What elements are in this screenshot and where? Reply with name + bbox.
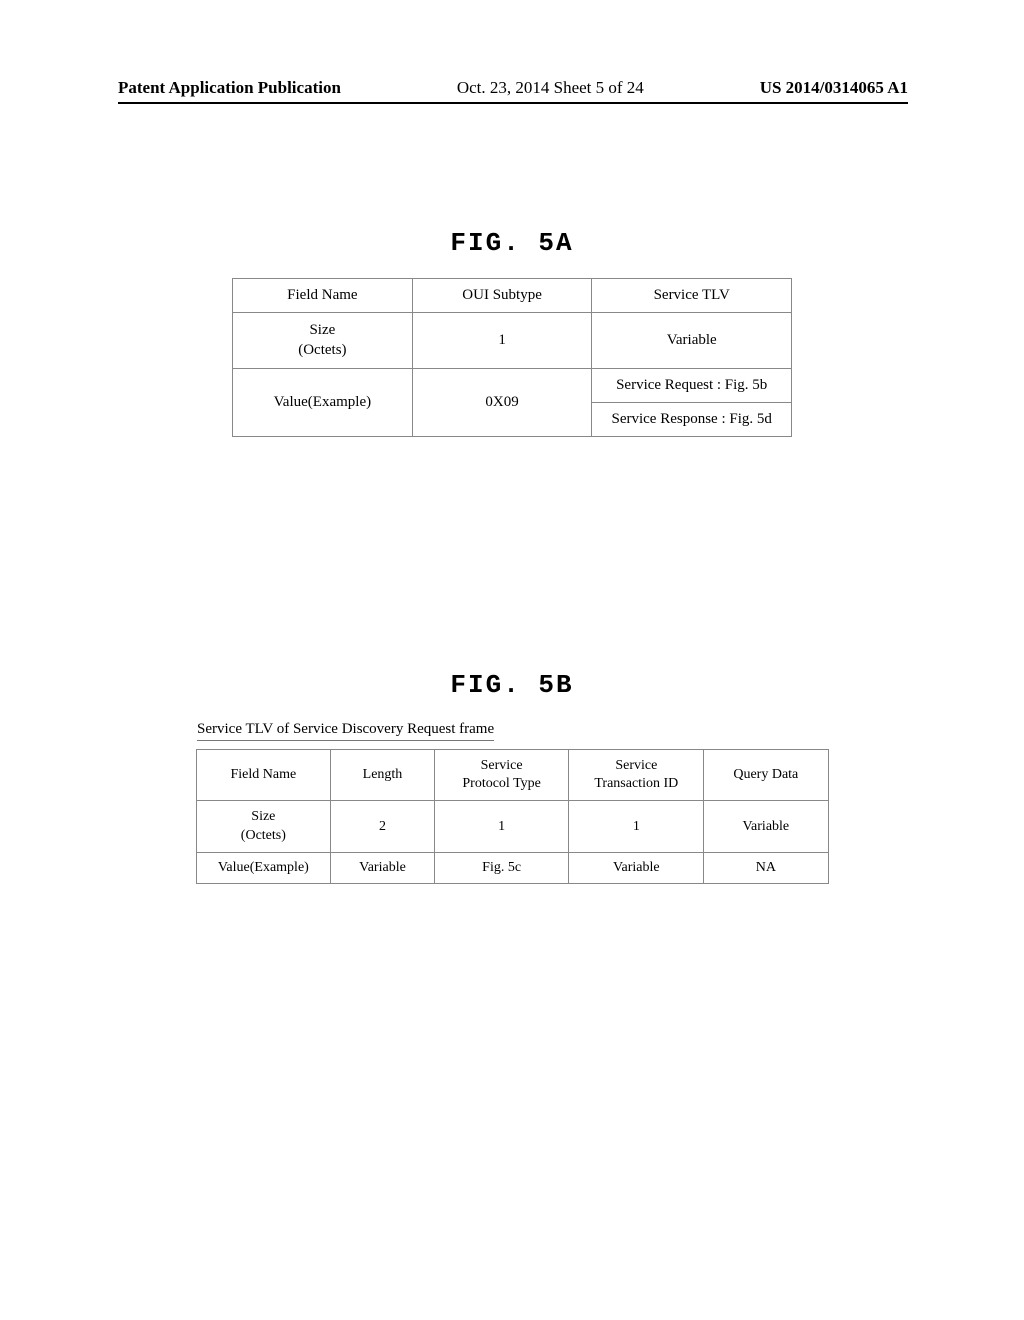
cell-length-value: Variable [331, 852, 435, 883]
cell-service-protocol-type-header: Service Protocol Type [434, 750, 569, 801]
cell-transaction-id-value: Variable [569, 852, 704, 883]
figure-5b-caption-wrap: Service TLV of Service Discovery Request… [197, 720, 517, 741]
cell-length-header: Length [331, 750, 435, 801]
size-label: Size [309, 322, 335, 338]
text-service2: Service [615, 758, 657, 773]
table-row: Field Name OUI Subtype Service TLV [233, 279, 792, 313]
figure-5a-title: FIG. 5A [0, 228, 1024, 258]
cell-size-octets: Size (Octets) [196, 801, 331, 852]
figure-5b: FIG. 5B Service TLV of Service Discovery… [0, 670, 1024, 884]
figure-5b-table: Field Name Length Service Protocol Type … [196, 749, 829, 884]
figure-5a: FIG. 5A Field Name OUI Subtype Service T… [0, 228, 1024, 437]
cell-service-tlv-size: Variable [592, 313, 792, 369]
size-label: Size [251, 809, 275, 824]
table-row: Size (Octets) 2 1 1 Variable [196, 801, 828, 852]
header-left: Patent Application Publication [118, 78, 341, 98]
octets-label: (Octets) [241, 828, 286, 843]
cell-field-name-header: Field Name [196, 750, 331, 801]
page-header: Patent Application Publication Oct. 23, … [118, 78, 908, 104]
header-right: US 2014/0314065 A1 [760, 78, 908, 98]
table-row: Value(Example) 0X09 Service Request : Fi… [233, 369, 792, 403]
figure-5b-caption: Service TLV of Service Discovery Request… [197, 721, 494, 741]
cell-value-example: Value(Example) [233, 369, 413, 437]
octets-label: (Octets) [298, 342, 346, 358]
cell-service-transaction-id-header: Service Transaction ID [569, 750, 704, 801]
cell-query-data-value: NA [704, 852, 828, 883]
cell-query-data-size: Variable [704, 801, 828, 852]
figure-5a-table: Field Name OUI Subtype Service TLV Size … [232, 278, 792, 437]
cell-protocol-type-size: 1 [434, 801, 569, 852]
text-protocol-type: Protocol Type [462, 776, 540, 791]
cell-service-request: Service Request : Fig. 5b [592, 369, 792, 403]
table-row: Size (Octets) 1 Variable [233, 313, 792, 369]
cell-protocol-type-value: Fig. 5c [434, 852, 569, 883]
cell-oui-size: 1 [412, 313, 592, 369]
cell-field-name-header: Field Name [233, 279, 413, 313]
cell-oui-subtype-header: OUI Subtype [412, 279, 592, 313]
table-row: Field Name Length Service Protocol Type … [196, 750, 828, 801]
cell-transaction-id-size: 1 [569, 801, 704, 852]
cell-length-size: 2 [331, 801, 435, 852]
figure-5b-title: FIG. 5B [0, 670, 1024, 700]
text-transaction-id: Transaction ID [594, 776, 678, 791]
cell-oui-value: 0X09 [412, 369, 592, 437]
header-center: Oct. 23, 2014 Sheet 5 of 24 [457, 78, 644, 98]
cell-size-octets: Size (Octets) [233, 313, 413, 369]
cell-service-response: Service Response : Fig. 5d [592, 403, 792, 437]
table-row: Value(Example) Variable Fig. 5c Variable… [196, 852, 828, 883]
cell-value-example: Value(Example) [196, 852, 331, 883]
text-service: Service [481, 758, 523, 773]
cell-query-data-header: Query Data [704, 750, 828, 801]
header-row: Patent Application Publication Oct. 23, … [118, 78, 908, 98]
cell-service-tlv-header: Service TLV [592, 279, 792, 313]
